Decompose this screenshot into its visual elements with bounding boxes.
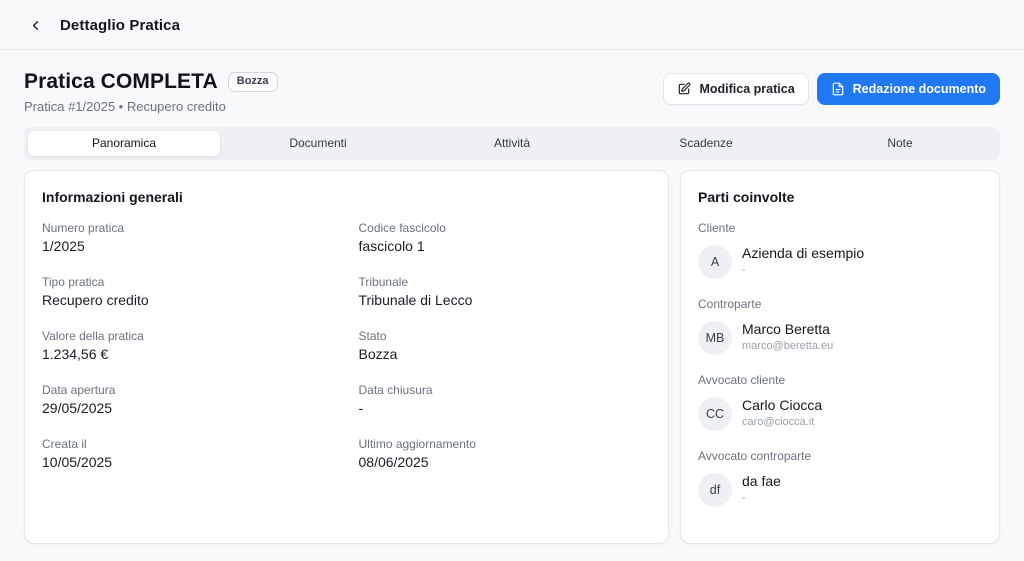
parties-list: Cliente A Azienda di esempio - Contropar… <box>698 221 982 507</box>
parties-card: Parti coinvolte Cliente A Azienda di ese… <box>680 170 1000 544</box>
party-avvocato-controparte: Avvocato controparte df da fae - <box>698 449 982 507</box>
avatar: CC <box>698 397 732 431</box>
field-label: Numero pratica <box>42 221 335 235</box>
field-value: 1.234,56 € <box>42 346 335 362</box>
top-header: Dettaglio Pratica <box>0 0 1024 50</box>
edit-practice-label: Modifica pratica <box>699 81 794 97</box>
field-value: fascicolo 1 <box>359 238 652 254</box>
title-section: Pratica COMPLETA Bozza Pratica #1/2025 •… <box>0 50 1024 114</box>
avatar: df <box>698 473 732 507</box>
party-detail: - <box>742 263 864 278</box>
party-person: MB Marco Beretta marco@beretta.eu <box>698 321 982 355</box>
field-ultimo-aggiornamento: Ultimo aggiornamento 08/06/2025 <box>359 437 652 470</box>
field-valore-della-pratica: Valore della pratica 1.234,56 € <box>42 329 335 362</box>
avatar: A <box>698 245 732 279</box>
field-value: Bozza <box>359 346 652 362</box>
party-role-label: Avvocato cliente <box>698 373 982 387</box>
party-role-label: Controparte <box>698 297 982 311</box>
field-tribunale: Tribunale Tribunale di Lecco <box>359 275 652 308</box>
party-name: Marco Beretta <box>742 321 833 339</box>
party-role-label: Avvocato controparte <box>698 449 982 463</box>
tab-note[interactable]: Note <box>803 130 997 157</box>
party-controparte: Controparte MB Marco Beretta marco@beret… <box>698 297 982 355</box>
party-role-label: Cliente <box>698 221 982 235</box>
chevron-left-icon <box>28 18 43 33</box>
field-label: Creata il <box>42 437 335 451</box>
main-content: Informazioni generali Numero pratica 1/2… <box>24 170 1000 544</box>
field-label: Data apertura <box>42 383 335 397</box>
tab-scadenze[interactable]: Scadenze <box>609 130 803 157</box>
edit-practice-button[interactable]: Modifica pratica <box>663 73 808 105</box>
field-label: Tribunale <box>359 275 652 289</box>
field-label: Stato <box>359 329 652 343</box>
party-detail: - <box>742 491 781 506</box>
document-icon <box>831 82 845 96</box>
practice-title: Pratica COMPLETA <box>24 70 218 94</box>
field-label: Valore della pratica <box>42 329 335 343</box>
field-value: Tribunale di Lecco <box>359 292 652 308</box>
field-value: 08/06/2025 <box>359 454 652 470</box>
field-data-chiusura: Data chiusura - <box>359 383 652 416</box>
action-buttons: Modifica pratica Redazione documento <box>663 73 1000 105</box>
field-label: Tipo pratica <box>42 275 335 289</box>
field-label: Ultimo aggiornamento <box>359 437 652 451</box>
field-value: 10/05/2025 <box>42 454 335 470</box>
field-tipo-pratica: Tipo pratica Recupero credito <box>42 275 335 308</box>
tab-documenti[interactable]: Documenti <box>221 130 415 157</box>
field-label: Codice fascicolo <box>359 221 652 235</box>
avatar: MB <box>698 321 732 355</box>
draft-document-button[interactable]: Redazione documento <box>817 73 1000 105</box>
back-button[interactable] <box>24 14 46 36</box>
general-info-card: Informazioni generali Numero pratica 1/2… <box>24 170 669 544</box>
party-person: CC Carlo Ciocca caro@ciocca.it <box>698 397 982 431</box>
party-cliente: Cliente A Azienda di esempio - <box>698 221 982 279</box>
party-detail: marco@beretta.eu <box>742 339 833 354</box>
field-stato: Stato Bozza <box>359 329 652 362</box>
draft-document-label: Redazione documento <box>853 81 986 97</box>
party-name: da fae <box>742 473 781 491</box>
parties-title: Parti coinvolte <box>698 189 982 205</box>
general-info-title: Informazioni generali <box>42 189 651 205</box>
tab-panoramica[interactable]: Panoramica <box>27 130 221 157</box>
field-label: Data chiusura <box>359 383 652 397</box>
party-person: df da fae - <box>698 473 982 507</box>
edit-pencil-icon <box>677 82 691 96</box>
field-value: 29/05/2025 <box>42 400 335 416</box>
party-name: Azienda di esempio <box>742 245 864 263</box>
field-data-apertura: Data apertura 29/05/2025 <box>42 383 335 416</box>
party-name: Carlo Ciocca <box>742 397 822 415</box>
info-fields-grid: Numero pratica 1/2025 Codice fascicolo f… <box>42 221 651 470</box>
party-avvocato-cliente: Avvocato cliente CC Carlo Ciocca caro@ci… <box>698 373 982 431</box>
practice-subtitle: Pratica #1/2025 • Recupero credito <box>24 99 278 114</box>
tabbar: Panoramica Documenti Attività Scadenze N… <box>24 127 1000 160</box>
field-codice-fascicolo: Codice fascicolo fascicolo 1 <box>359 221 652 254</box>
page-title: Dettaglio Pratica <box>60 17 180 34</box>
party-person: A Azienda di esempio - <box>698 245 982 279</box>
party-detail: caro@ciocca.it <box>742 415 822 430</box>
field-value: 1/2025 <box>42 238 335 254</box>
status-badge: Bozza <box>228 72 278 92</box>
field-creata-il: Creata il 10/05/2025 <box>42 437 335 470</box>
tab-attivita[interactable]: Attività <box>415 130 609 157</box>
field-value: Recupero credito <box>42 292 335 308</box>
field-numero-pratica: Numero pratica 1/2025 <box>42 221 335 254</box>
field-value: - <box>359 400 652 416</box>
